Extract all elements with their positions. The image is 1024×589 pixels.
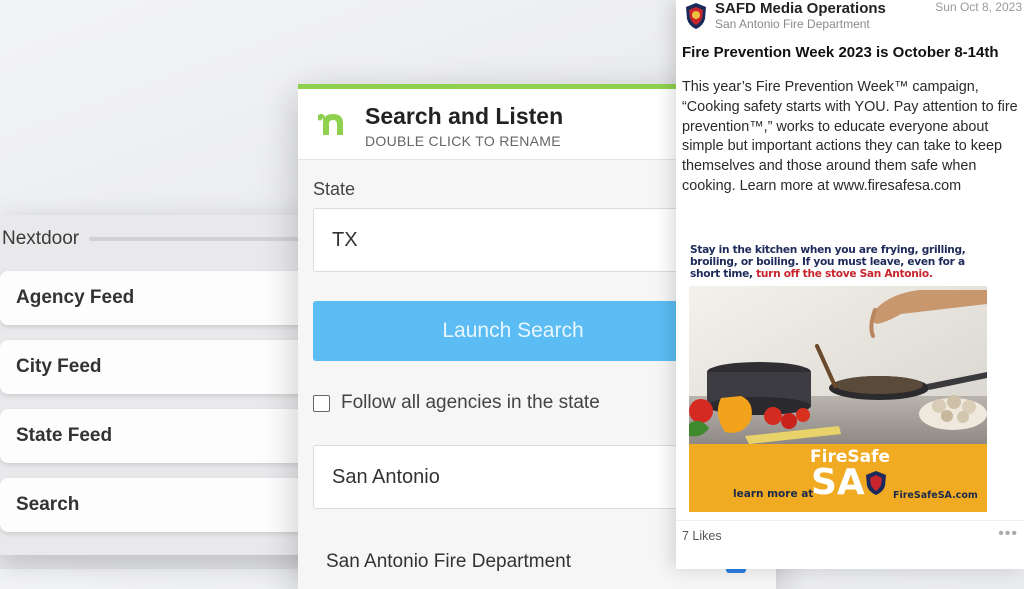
- city-value: San Antonio: [332, 465, 440, 488]
- caption-highlight: turn off the stove San Antonio.: [756, 268, 933, 280]
- state-value: TX: [332, 228, 358, 251]
- nextdoor-title: Nextdoor: [2, 228, 80, 249]
- learn-more-text: learn more at: [733, 488, 814, 500]
- follow-all-checkbox[interactable]: [313, 394, 330, 412]
- post-image[interactable]: Stay in the kitchen when you are frying,…: [689, 238, 987, 512]
- nav-item-label: City Feed: [16, 356, 102, 377]
- post-card: SAFD Media Operations San Antonio Fire D…: [676, 0, 1024, 569]
- follow-all-label: Follow all agencies in the state: [341, 392, 600, 413]
- nav-item-label: Search: [16, 494, 80, 515]
- nextdoor-panel: Nextdoor Agency Feed City Feed State Fee…: [0, 215, 320, 555]
- nextdoor-logo-icon: [318, 113, 343, 135]
- image-caption: Stay in the kitchen when you are frying,…: [690, 244, 986, 280]
- post-body: This year’s Fire Prevention Week™ campai…: [682, 79, 1018, 194]
- nav-item-agency-feed[interactable]: Agency Feed: [0, 271, 320, 325]
- header-divider: [89, 237, 320, 241]
- post-department: San Antonio Fire Department: [715, 17, 870, 31]
- follow-all-row[interactable]: Follow all agencies in the state: [313, 392, 600, 414]
- post-divider: [676, 520, 1024, 521]
- launch-search-button[interactable]: Launch Search: [313, 301, 713, 361]
- cooking-photo: [689, 286, 987, 444]
- state-label: State: [313, 179, 356, 199]
- nav-item-search[interactable]: Search: [0, 478, 320, 532]
- firesafe-banner: FireSafe SA learn more at FireSafeSA.com: [689, 444, 987, 512]
- rename-hint: DOUBLE CLICK TO RENAME: [365, 133, 561, 149]
- panel-title[interactable]: Search and Listen: [365, 103, 563, 130]
- nav-item-state-feed[interactable]: State Feed: [0, 409, 320, 463]
- nav-item-label: State Feed: [16, 425, 113, 446]
- state-input[interactable]: TX: [313, 208, 715, 272]
- safd-badge-icon: [686, 3, 706, 29]
- post-author[interactable]: SAFD Media Operations: [715, 0, 886, 17]
- nav-item-label: Agency Feed: [16, 287, 135, 308]
- sa-wordmark: SA: [811, 462, 865, 503]
- safd-seal-icon: [866, 471, 886, 495]
- post-date: Sun Oct 8, 2023: [935, 0, 1022, 14]
- nav-item-city-feed[interactable]: City Feed: [0, 340, 320, 394]
- ellipsis-icon[interactable]: •••: [998, 525, 1018, 543]
- nextdoor-header: Nextdoor: [0, 225, 320, 253]
- city-input[interactable]: San Antonio: [313, 445, 715, 509]
- firesafe-url: FireSafeSA.com: [893, 490, 978, 501]
- post-title: Fire Prevention Week 2023 is October 8-1…: [682, 44, 999, 61]
- agency-result-label: San Antonio Fire Department: [326, 551, 572, 572]
- post-likes[interactable]: 7 Likes: [682, 529, 722, 543]
